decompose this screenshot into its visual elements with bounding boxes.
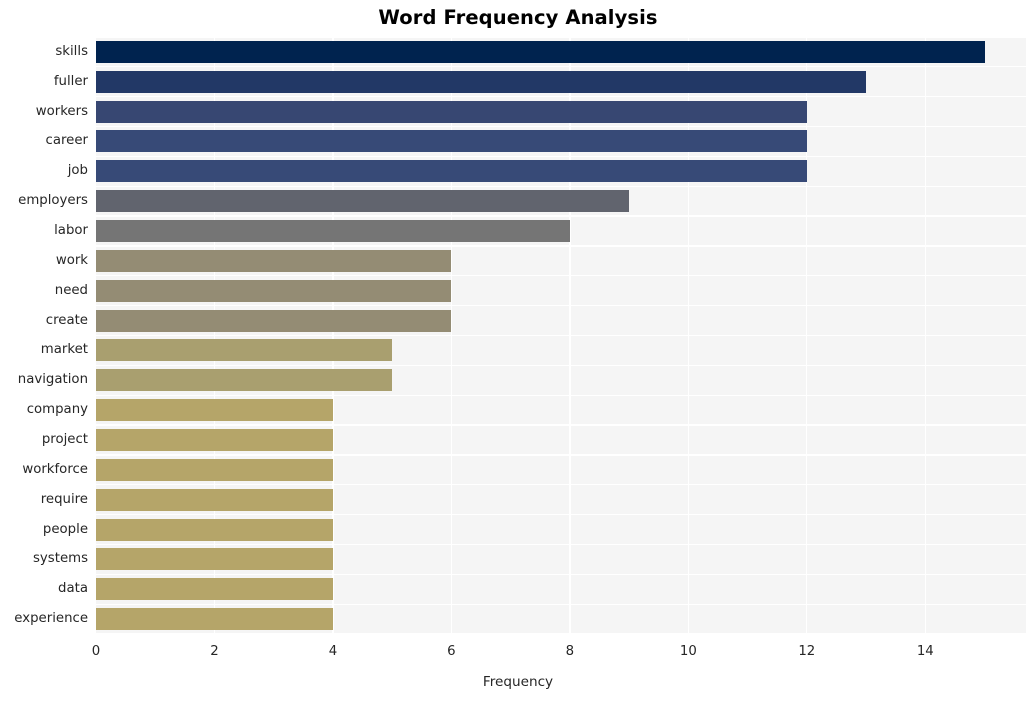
y-gridline — [96, 215, 1026, 217]
y-tick-label-workers: workers — [35, 103, 88, 119]
bar-require[interactable] — [96, 488, 333, 511]
chart-title: Word Frequency Analysis — [378, 6, 658, 29]
y-gridline — [96, 573, 1026, 575]
bar-fuller[interactable] — [96, 70, 867, 93]
y-tick-label-create: create — [45, 312, 88, 328]
y-tick-label-employers: employers — [18, 193, 88, 209]
y-tick-label-job: job — [67, 163, 88, 179]
y-tick-label-skills: skills — [55, 43, 88, 59]
bar-project[interactable] — [96, 428, 333, 451]
y-gridline — [96, 603, 1026, 605]
x-tick-label-12: 12 — [798, 644, 816, 659]
bar-career[interactable] — [96, 130, 807, 153]
y-gridline — [96, 543, 1026, 546]
y-tick-label-data: data — [58, 581, 88, 597]
y-tick-label-experience: experience — [14, 611, 88, 627]
x-tick-label-10: 10 — [679, 644, 697, 659]
x-axis-title: Frequency — [482, 674, 554, 690]
bar-market[interactable] — [96, 339, 393, 362]
y-gridline — [96, 394, 1026, 396]
y-tick-label-need: need — [54, 282, 88, 298]
y-tick-label-navigation: navigation — [17, 372, 88, 388]
bar-create[interactable] — [96, 309, 452, 332]
y-tick-label-market: market — [40, 342, 88, 358]
bar-labor[interactable] — [96, 220, 570, 243]
y-gridline — [96, 364, 1026, 366]
bar-workforce[interactable] — [96, 458, 333, 481]
y-tick-label-systems: systems — [33, 551, 88, 567]
bar-job[interactable] — [96, 160, 807, 183]
y-tick-label-workforce: workforce — [22, 461, 88, 477]
word-frequency-chart-figure: Word Frequency Analysis skills fuller work… — [0, 0, 1036, 701]
y-tick-label-people: people — [42, 521, 88, 537]
y-gridline — [96, 454, 1026, 456]
y-gridline — [96, 275, 1026, 277]
y-tick-label-labor: labor — [54, 223, 88, 239]
y-gridline — [96, 66, 1026, 68]
bar-people[interactable] — [96, 518, 333, 541]
y-tick-label-company: company — [26, 402, 88, 418]
y-gridline — [96, 513, 1026, 516]
x-tick-label-2: 2 — [210, 644, 219, 659]
bar-company[interactable] — [96, 399, 333, 422]
y-tick-label-require: require — [40, 491, 88, 507]
x-tick-label-6: 6 — [447, 644, 456, 659]
bar-skills[interactable] — [96, 40, 985, 63]
y-tick-label-project: project — [41, 431, 88, 447]
bar-experience[interactable] — [96, 608, 333, 631]
y-tick-label-work: work — [55, 252, 88, 268]
y-gridline — [96, 245, 1026, 247]
y-tick-label-fuller: fuller — [53, 73, 88, 89]
y-gridline — [96, 334, 1026, 337]
y-gridline — [96, 185, 1026, 187]
bar-systems[interactable] — [96, 548, 333, 571]
x-tick-label-0: 0 — [91, 644, 101, 659]
y-gridline — [96, 424, 1026, 426]
y-gridline — [96, 37, 1026, 38]
y-gridline — [96, 484, 1026, 486]
bar-work[interactable] — [96, 249, 452, 272]
y-gridline — [96, 155, 1026, 158]
bar-employers[interactable] — [96, 190, 630, 213]
bar-workers[interactable] — [96, 100, 807, 123]
x-axis-tick-labels: 0 2 4 6 8 10 12 14 — [0, 634, 1036, 664]
bar-need[interactable] — [96, 279, 452, 302]
bar-navigation[interactable] — [96, 369, 393, 392]
x-tick-label-4: 4 — [328, 644, 338, 659]
plot-area — [96, 37, 1026, 634]
y-gridline — [96, 125, 1026, 128]
y-gridline — [96, 96, 1026, 98]
x-tick-label-14: 14 — [916, 644, 934, 659]
y-axis-tick-labels: skills fuller workers career job employers lab… — [0, 37, 88, 634]
bar-data[interactable] — [96, 578, 333, 601]
y-tick-label-career: career — [45, 133, 88, 149]
y-gridline — [96, 305, 1026, 307]
x-tick-label-8: 8 — [565, 644, 575, 659]
